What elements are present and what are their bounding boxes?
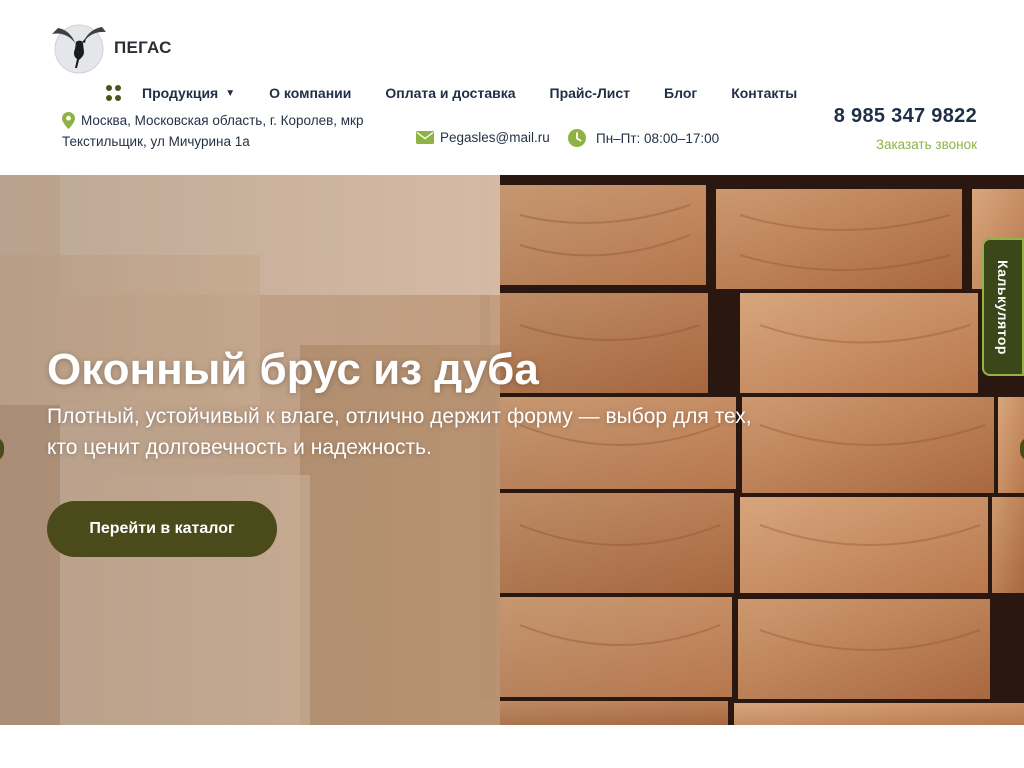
nav-item-label: Контакты — [731, 85, 798, 101]
site-header: ПЕГАС Продукция ▼ О компании Оплата и до… — [0, 0, 1024, 175]
address: Москва, Московская область, г. Королев, … — [62, 110, 392, 152]
contact-bar: Москва, Московская область, г. Королев, … — [62, 110, 802, 154]
nav-item-contacts[interactable]: Контакты — [731, 85, 797, 101]
pegasus-logo-icon — [48, 22, 110, 74]
grid-dots-icon[interactable] — [106, 85, 122, 101]
email-contact[interactable]: Pegasles@mail.ru — [416, 130, 550, 145]
nav-item-about[interactable]: О компании — [269, 85, 351, 101]
nav-item-label: Блог — [664, 85, 698, 101]
nav-item-label: Оплата и доставка — [385, 85, 516, 101]
nav-item-label: Прайс-Лист — [549, 85, 631, 101]
address-line-2: Текстильщик, ул Мичурина 1а — [62, 134, 250, 149]
hero-title: Оконный брус из дуба — [47, 345, 539, 394]
nav-item-blog[interactable]: Блог — [664, 85, 697, 101]
hero-banner: Оконный брус из дуба Плотный, устойчивый… — [0, 175, 1024, 725]
phone-number[interactable]: 8 985 347 9822 — [834, 105, 977, 128]
calculator-tab[interactable]: Калькулятор — [982, 238, 1024, 376]
hours-text: Пн–Пт: 08:00–17:00 — [596, 130, 720, 146]
nav-item-label: Продукция — [142, 85, 219, 101]
nav-item-payment-delivery[interactable]: Оплата и доставка — [385, 85, 515, 101]
brand-name: ПЕГАС — [114, 38, 172, 57]
catalog-button[interactable]: Перейти в каталог — [47, 501, 277, 557]
working-hours: Пн–Пт: 08:00–17:00 — [568, 129, 719, 147]
main-nav: Продукция ▼ О компании Оплата и доставка… — [106, 82, 831, 104]
clock-icon — [568, 129, 586, 147]
nav-item-label: О компании — [269, 85, 352, 101]
caret-down-icon: ▼ — [225, 87, 236, 99]
nav-item-products[interactable]: Продукция ▼ — [142, 85, 235, 101]
logo[interactable]: ПЕГАС — [48, 22, 172, 74]
nav-item-price-list[interactable]: Прайс-Лист — [550, 85, 631, 101]
hero-subtitle: Плотный, устойчивый к влаге, отлично дер… — [47, 405, 752, 459]
email-text[interactable]: Pegasles@mail.ru — [440, 130, 550, 145]
envelope-icon — [416, 131, 434, 144]
address-line-1: Москва, Московская область, г. Королев, … — [81, 113, 364, 128]
callback-link[interactable]: Заказать звонок — [876, 137, 977, 152]
calculator-tab-label: Калькулятор — [995, 259, 1011, 355]
map-pin-icon — [62, 112, 75, 129]
